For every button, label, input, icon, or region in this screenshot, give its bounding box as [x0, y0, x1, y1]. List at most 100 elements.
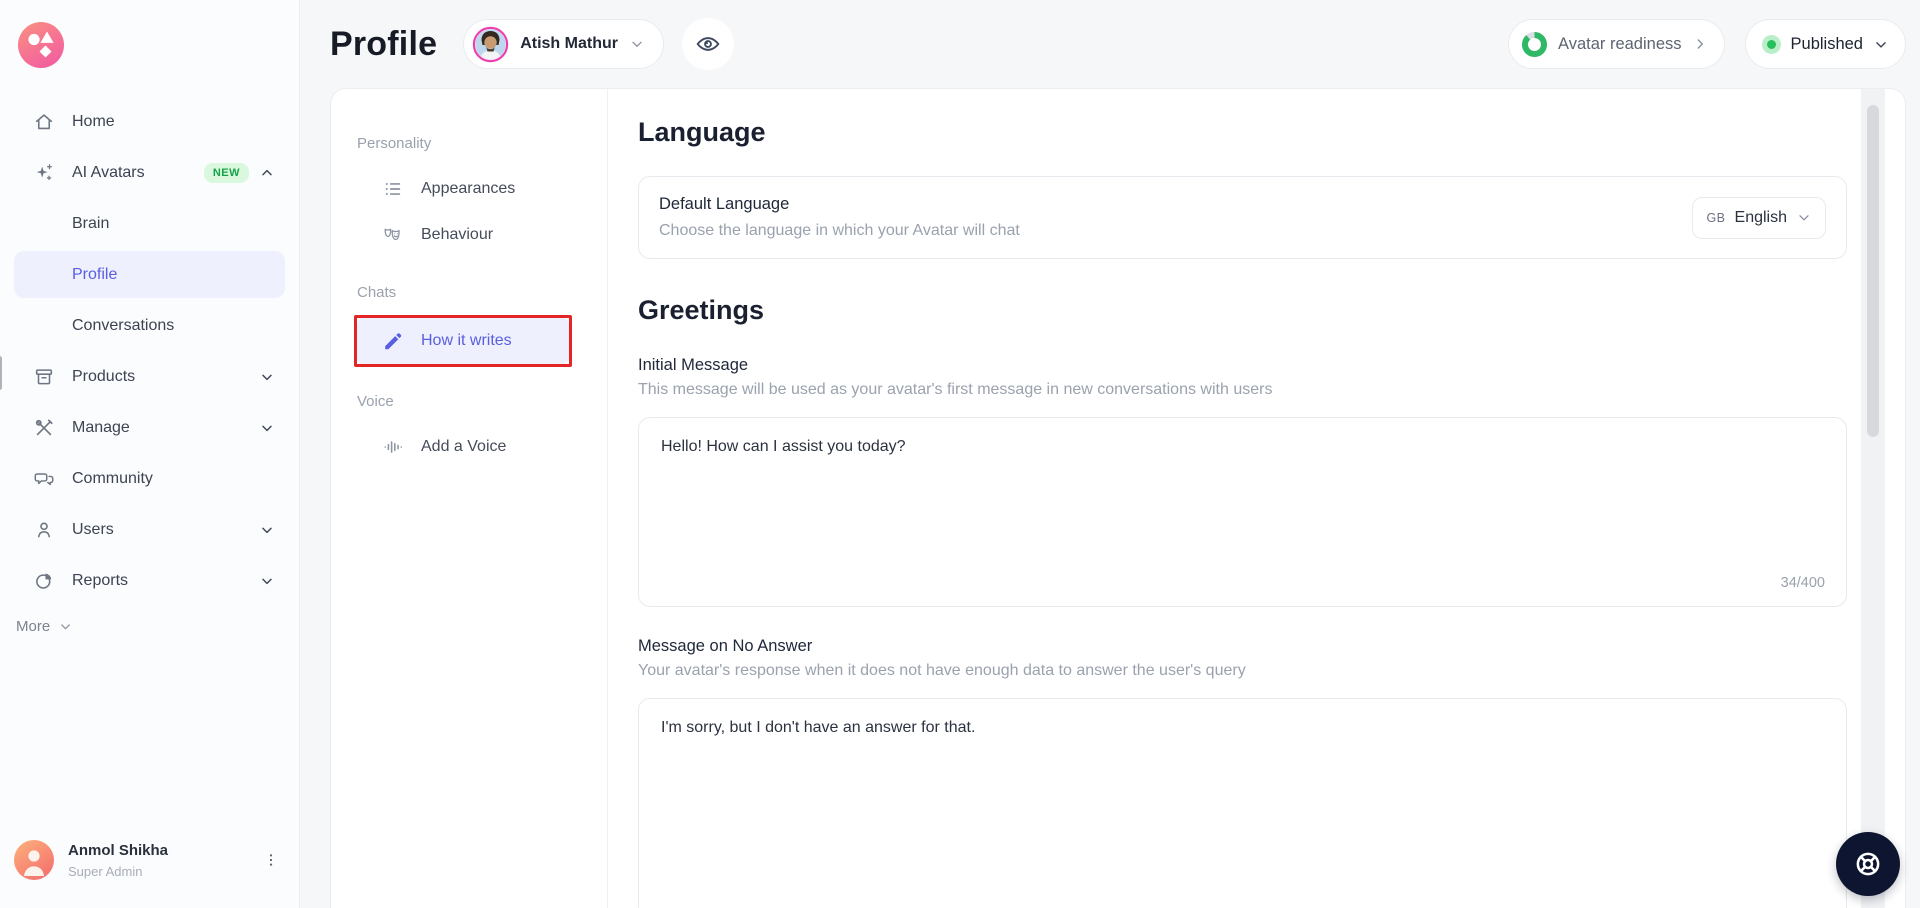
sidebar-item-ai-avatars[interactable]: AI Avatars NEW — [14, 149, 285, 196]
subnav-item-add-a-voice[interactable]: Add a Voice — [357, 424, 569, 470]
sidebar-item-label: Reports — [72, 572, 259, 590]
initial-message-textarea[interactable]: Hello! How can I assist you today? — [638, 417, 1847, 607]
help-widget-button[interactable] — [1836, 832, 1900, 896]
greetings-heading: Greetings — [638, 295, 1847, 326]
sidebar-item-label: Users — [72, 521, 259, 539]
readiness-label: Avatar readiness — [1558, 35, 1682, 54]
sidebar-more-button[interactable]: More — [16, 618, 299, 635]
subnav-section-personality: Personality — [357, 135, 607, 152]
default-language-card: Default Language Choose the language in … — [638, 176, 1847, 259]
sidebar-item-brain[interactable]: Brain — [14, 200, 285, 247]
no-answer-textarea[interactable]: I'm sorry, but I don't have an answer fo… — [638, 698, 1847, 908]
profile-subnav: Personality Appearances Behaviour Chats — [331, 89, 608, 908]
more-label: More — [16, 618, 50, 635]
readiness-progress-ring-icon — [1521, 31, 1548, 58]
subnav-item-behaviour[interactable]: Behaviour — [357, 212, 569, 258]
language-heading: Language — [638, 117, 1847, 148]
initial-message-char-counter: 34/400 — [1781, 575, 1825, 591]
sidebar-item-label: Products — [72, 368, 259, 386]
profile-settings-card: Personality Appearances Behaviour Chats — [330, 88, 1906, 908]
default-language-description: Choose the language in which your Avatar… — [659, 222, 1020, 240]
initial-message-field-wrap: Hello! How can I assist you today? 34/40… — [638, 417, 1847, 607]
sidebar-item-label: Manage — [72, 419, 259, 437]
new-badge: NEW — [204, 163, 249, 183]
app-shell: Home AI Avatars NEW Brain Profile Conver… — [0, 0, 1920, 908]
home-icon — [32, 110, 56, 134]
sidebar-item-label: Brain — [72, 215, 275, 233]
page-title: Profile — [330, 25, 437, 64]
products-icon — [32, 365, 56, 389]
subnav-item-how-it-writes[interactable]: How it writes — [357, 318, 569, 364]
chat-bubbles-icon — [32, 467, 56, 491]
sidebar-nav: Home AI Avatars NEW Brain Profile Conver… — [0, 94, 299, 635]
sidebar-item-conversations[interactable]: Conversations — [14, 302, 285, 349]
avatar-selector-dropdown[interactable]: Atish Mathur — [463, 19, 664, 69]
sidebar-spacer — [0, 635, 299, 824]
sidebar-item-label: Community — [72, 470, 275, 488]
user-name: Anmol Shikha — [68, 842, 259, 859]
publish-status-dropdown[interactable]: Published — [1745, 19, 1906, 69]
chevron-up-icon[interactable] — [259, 165, 275, 181]
language-flag-code: GB — [1706, 211, 1725, 225]
sparkles-icon — [32, 161, 56, 185]
chevron-down-icon[interactable] — [259, 420, 275, 436]
brand-logo[interactable] — [0, 0, 299, 94]
eye-icon — [695, 31, 721, 57]
preview-eye-button[interactable] — [682, 18, 734, 70]
pencil-icon — [382, 330, 404, 352]
shapes-logo-icon — [18, 22, 64, 68]
sidebar-resize-handle[interactable] — [0, 356, 2, 390]
content-scrollbar-track[interactable] — [1861, 89, 1885, 908]
theater-masks-icon — [382, 224, 404, 246]
pie-chart-icon — [32, 569, 56, 593]
user-icon — [32, 518, 56, 542]
tools-icon — [32, 416, 56, 440]
no-answer-description: Your avatar's response when it does not … — [638, 662, 1847, 680]
sidebar-item-community[interactable]: Community — [14, 455, 285, 502]
sidebar-item-label: Profile — [72, 266, 275, 284]
status-label: Published — [1791, 35, 1863, 54]
language-selected-value: English — [1735, 209, 1787, 227]
annotation-highlight-box: How it writes — [354, 315, 572, 367]
chevron-down-icon[interactable] — [259, 369, 275, 385]
avatar-readiness-button[interactable]: Avatar readiness — [1508, 19, 1725, 69]
language-select-dropdown[interactable]: GB English — [1692, 197, 1826, 239]
kebab-menu-icon[interactable] — [259, 847, 283, 873]
waveform-icon — [382, 436, 404, 458]
chevron-down-icon[interactable] — [259, 522, 275, 538]
chevron-down-icon[interactable] — [259, 573, 275, 589]
sidebar-item-home[interactable]: Home — [14, 98, 285, 145]
settings-panel: Language Default Language Choose the lan… — [608, 89, 1905, 908]
sidebar-item-reports[interactable]: Reports — [14, 557, 285, 604]
user-role: Super Admin — [68, 864, 259, 879]
subnav-item-label: Appearances — [421, 180, 515, 198]
sidebar-item-label: Home — [72, 113, 275, 131]
user-meta: Anmol Shikha Super Admin — [68, 842, 259, 879]
status-dot-icon — [1762, 35, 1781, 54]
initial-message-description: This message will be used as your avatar… — [638, 381, 1847, 399]
chevron-right-icon — [1692, 36, 1708, 52]
selected-avatar-name: Atish Mathur — [520, 35, 618, 53]
sidebar-item-products[interactable]: Products — [14, 353, 285, 400]
sidebar-item-users[interactable]: Users — [14, 506, 285, 553]
sidebar-item-profile[interactable]: Profile — [14, 251, 285, 298]
chevron-down-icon — [629, 36, 645, 52]
globe-wheel-icon — [1852, 848, 1884, 880]
content-scrollbar-thumb[interactable] — [1867, 105, 1879, 437]
current-user-card[interactable]: Anmol Shikha Super Admin — [0, 824, 299, 908]
subnav-section-chats: Chats — [357, 284, 607, 301]
sidebar-item-manage[interactable]: Manage — [14, 404, 285, 451]
no-answer-label: Message on No Answer — [638, 637, 1847, 656]
subnav-item-label: Add a Voice — [421, 438, 506, 456]
no-answer-field-wrap: I'm sorry, but I don't have an answer fo… — [638, 698, 1847, 908]
topbar: Profile Atish Mathur — [300, 0, 1920, 88]
subnav-section-voice: Voice — [357, 393, 607, 410]
user-avatar — [14, 840, 54, 880]
primary-sidebar: Home AI Avatars NEW Brain Profile Conver… — [0, 0, 300, 908]
list-icon — [382, 178, 404, 200]
subnav-item-label: Behaviour — [421, 226, 493, 244]
default-language-text: Default Language Choose the language in … — [659, 195, 1020, 240]
chevron-down-icon — [58, 619, 74, 635]
chevron-down-icon — [1873, 36, 1889, 52]
subnav-item-appearances[interactable]: Appearances — [357, 166, 569, 212]
